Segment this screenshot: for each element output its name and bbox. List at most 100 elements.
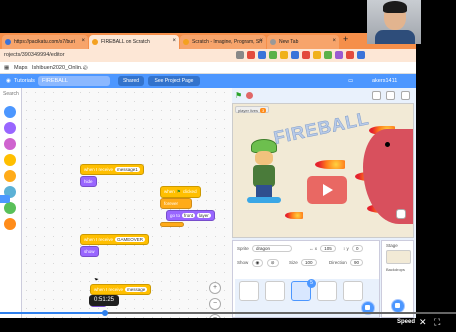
when-flag-clicked-block[interactable]: when ⚑ clicked: [160, 186, 201, 198]
show-hidden-toggle[interactable]: ⊘: [266, 259, 279, 267]
fullscreen-icon[interactable]: ⛶: [434, 317, 440, 328]
hide-block[interactable]: hide: [80, 176, 97, 187]
extension-icon[interactable]: [280, 51, 288, 59]
see-project-page-button[interactable]: See Project Page: [148, 76, 200, 86]
close-tab-icon[interactable]: ×: [81, 38, 85, 44]
choose-backdrop-button[interactable]: [391, 299, 405, 313]
extension-icon[interactable]: [247, 51, 255, 59]
video-progress-knob[interactable]: [101, 310, 108, 316]
zoom-in-button[interactable]: +: [209, 282, 221, 294]
address-bar[interactable]: rojects/390349994/editor: [0, 49, 416, 62]
when-i-receive-block[interactable]: when I receive message1: [80, 164, 144, 175]
when-i-receive-block[interactable]: when I receive GAMEOVER: [80, 234, 150, 245]
message-dropdown[interactable]: message: [125, 287, 148, 292]
sprite-thumbnail[interactable]: [239, 281, 259, 301]
fullscreen-stage-button[interactable]: [401, 91, 410, 100]
extension-icon[interactable]: [324, 51, 332, 59]
tutorials-menu[interactable]: Tutorials: [14, 78, 35, 84]
extension-icon[interactable]: [302, 51, 310, 59]
show-block[interactable]: show: [80, 246, 99, 257]
forever-block[interactable]: forever: [160, 198, 192, 209]
block-label: forever: [164, 201, 179, 206]
palette-search-label[interactable]: Search: [3, 91, 19, 97]
apps-icon[interactable]: ▦: [4, 65, 9, 71]
go-to-layer-block[interactable]: go to front layer: [166, 210, 215, 221]
browser-tab[interactable]: Scratch - Imagine, Program, Sh ×: [180, 35, 266, 49]
category-sound-icon[interactable]: [4, 138, 16, 150]
new-tab-button[interactable]: +: [343, 34, 348, 44]
extension-icon[interactable]: [313, 51, 321, 59]
message-dropdown[interactable]: message1: [115, 167, 140, 172]
stop-button[interactable]: [246, 92, 253, 99]
stage-canvas[interactable]: player lives 3 FIREBALL: [232, 103, 414, 238]
extension-icon[interactable]: [357, 51, 365, 59]
category-events-icon[interactable]: [4, 154, 16, 166]
category-looks-icon[interactable]: [4, 122, 16, 134]
dragon-eye: [385, 142, 390, 147]
folder-icon[interactable]: ▭: [348, 78, 353, 84]
shared-button[interactable]: Shared: [118, 76, 144, 86]
extension-icon[interactable]: [258, 51, 266, 59]
stage-scroll-button[interactable]: [396, 209, 406, 219]
small-stage-button[interactable]: [372, 91, 381, 100]
skateboard: [247, 197, 281, 203]
globe-icon[interactable]: ◎: [83, 65, 88, 71]
project-title-input[interactable]: FIREBALL: [38, 76, 110, 86]
tab-label: https://pacikatu.com/s7/buri: [14, 39, 75, 45]
extension-icon[interactable]: [269, 51, 277, 59]
browser-tab[interactable]: New Tab ×: [267, 35, 339, 49]
delete-sprite-badge[interactable]: 5: [307, 279, 316, 288]
extension-icon[interactable]: [291, 51, 299, 59]
show-visible-toggle[interactable]: ◉: [251, 259, 264, 267]
message-dropdown[interactable]: GAMEOVER: [115, 237, 146, 242]
star-icon[interactable]: [236, 51, 244, 59]
bookmark-maps[interactable]: Maps: [14, 65, 27, 71]
x-input[interactable]: 105: [320, 245, 336, 252]
palette-scroll-tab[interactable]: [0, 195, 10, 203]
youtube-play-icon[interactable]: [307, 176, 347, 204]
sprite-info-pane: Sprite dragon ↔ x 105 ↕ y 0 Show ◉ ⊘ Siz…: [232, 240, 380, 318]
category-operators-icon[interactable]: [4, 202, 16, 214]
zoom-out-button[interactable]: −: [209, 298, 221, 310]
sprite-thumbnail[interactable]: [265, 281, 285, 301]
size-input[interactable]: 100: [301, 259, 317, 266]
extension-icon[interactable]: [346, 51, 354, 59]
person-hair: [383, 1, 407, 13]
layer-dropdown[interactable]: front: [182, 213, 196, 218]
zoom-reset-button[interactable]: =: [209, 314, 221, 318]
block-label: hide: [84, 179, 93, 184]
body: [253, 165, 275, 187]
large-stage-button[interactable]: [386, 91, 395, 100]
webcam-overlay: [367, 0, 421, 44]
direction-input[interactable]: 90: [350, 259, 364, 266]
username-menu[interactable]: akers1411: [372, 78, 397, 84]
layer-dropdown-extra[interactable]: layer: [197, 213, 211, 218]
sprite-name-input[interactable]: dragon: [252, 245, 293, 252]
close-tab-icon[interactable]: ×: [259, 38, 263, 44]
sprite-thumbnail[interactable]: [343, 281, 363, 301]
stage-target-pane[interactable]: Stage Backdrops: [381, 240, 414, 318]
green-flag-button[interactable]: ⚑: [235, 91, 242, 100]
seek-timestamp: 0:51:25: [89, 295, 119, 306]
close-tab-icon[interactable]: ×: [172, 38, 176, 44]
bookmark-ishibuen[interactable]: Ishibuen2020_Onlin...: [32, 65, 86, 71]
sprite-thumbnail[interactable]: [317, 281, 337, 301]
url-text[interactable]: rojects/390349994/editor: [4, 52, 65, 58]
y-input[interactable]: 0: [352, 245, 363, 252]
code-workspace[interactable]: when I receive message1 hide when ⚑ clicked…: [22, 88, 232, 318]
category-motion-icon[interactable]: [4, 106, 16, 118]
sprite-direction-row: Direction 90: [329, 259, 364, 266]
extension-icon[interactable]: [335, 51, 343, 59]
category-variables-icon[interactable]: [4, 218, 16, 230]
category-control-icon[interactable]: [4, 170, 16, 182]
when-i-receive-block[interactable]: when I receive message: [90, 284, 152, 295]
video-progress-track[interactable]: [0, 312, 456, 314]
backdrop-thumbnail[interactable]: [386, 250, 411, 264]
close-tab-icon[interactable]: ×: [332, 38, 336, 44]
globe-icon[interactable]: ◉: [6, 78, 11, 84]
speed-button[interactable]: Speed: [397, 319, 415, 325]
browser-tab-active[interactable]: FIREBALL on Scratch ×: [89, 35, 179, 49]
favicon-icon: [5, 39, 11, 45]
browser-tab[interactable]: https://pacikatu.com/s7/buri ×: [2, 35, 88, 49]
close-icon[interactable]: ✕: [419, 317, 427, 328]
